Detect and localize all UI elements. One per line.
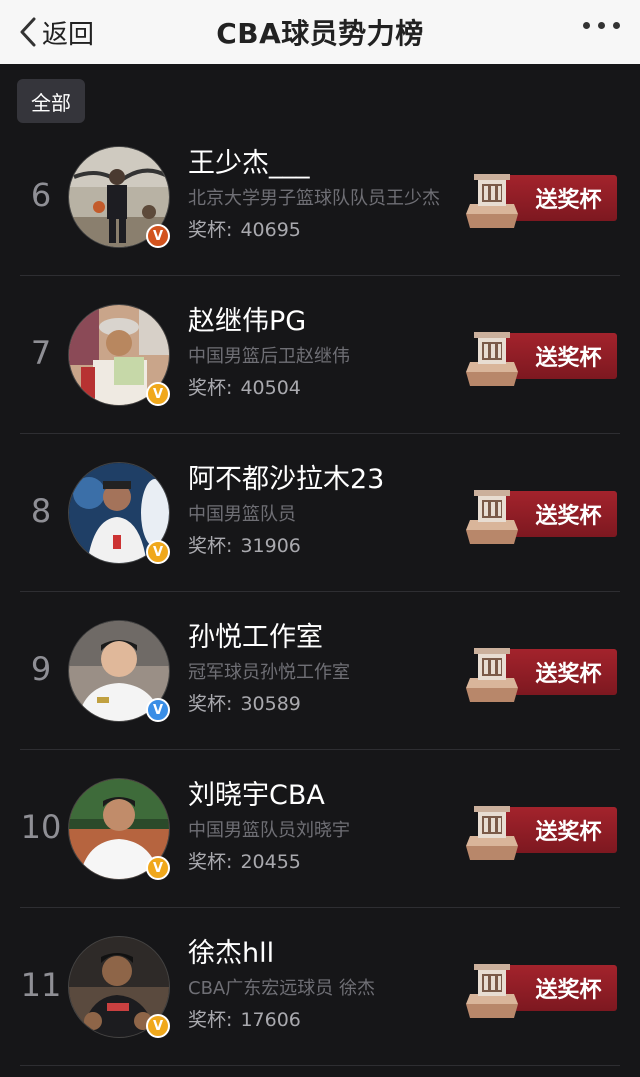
player-name[interactable]: 孙悦工作室 [188, 620, 468, 656]
player-name[interactable]: 阿不都沙拉木23 [188, 462, 468, 498]
filter-tab-all[interactable]: 全部 [17, 79, 85, 123]
list-item[interactable]: 10 V 刘晓宇CBA 中国男篮队员刘晓宇 奖杯: 20455 送奖杯 [0, 750, 640, 908]
send-cup-label: 送奖杯 [504, 175, 617, 221]
cup-count-label: 奖杯: [188, 1009, 233, 1031]
rank-number: 8 [30, 492, 52, 530]
avatar[interactable]: V [68, 304, 172, 408]
player-name[interactable]: 徐杰hll [188, 936, 468, 972]
player-description: 中国男篮后卫赵继伟 [188, 346, 350, 367]
cup-count-label: 奖杯: [188, 377, 233, 399]
send-cup-button[interactable]: 送奖杯 [464, 644, 619, 702]
rank-number: 7 [30, 334, 52, 372]
trophy-icon [466, 174, 518, 228]
send-cup-button[interactable]: 送奖杯 [464, 486, 619, 544]
more-dots-icon[interactable] [583, 22, 620, 29]
cup-count-label: 奖杯: [188, 693, 233, 715]
avatar[interactable]: V [68, 462, 172, 566]
send-cup-button[interactable]: 送奖杯 [464, 170, 619, 228]
verified-badge-icon: V [146, 856, 170, 880]
navigation-bar: 返回 CBA球员势力榜 [0, 0, 640, 64]
send-cup-button[interactable]: 送奖杯 [464, 802, 619, 860]
avatar[interactable]: V [68, 620, 172, 724]
player-description: CBA广东宏远球员 徐杰 [188, 978, 375, 999]
trophy-icon [466, 648, 518, 702]
cup-count-value: 17606 [240, 1009, 301, 1031]
avatar[interactable]: V [68, 936, 172, 1040]
send-cup-button[interactable]: 送奖杯 [464, 960, 619, 1018]
cup-count-label: 奖杯: [188, 851, 233, 873]
rank-number: 9 [30, 650, 52, 688]
verified-badge-icon: V [146, 540, 170, 564]
back-button[interactable]: 返回 [18, 10, 94, 54]
rank-number: 11 [20, 966, 62, 1004]
list-item[interactable]: 6 V 王少杰___ 北京大学男子篮球队队员王少杰 奖杯: 40695 送奖杯 [0, 118, 640, 276]
cup-count: 奖杯: 31906 [188, 532, 468, 560]
list-item[interactable]: 9 V 孙悦工作室 冠军球员孙悦工作室 奖杯: 30589 送奖杯 [0, 592, 640, 750]
cup-count: 奖杯: 20455 [188, 848, 468, 876]
verified-badge-icon: V [146, 1014, 170, 1038]
cup-count-value: 40695 [240, 219, 301, 241]
cup-count: 奖杯: 30589 [188, 690, 468, 718]
cup-count: 奖杯: 40504 [188, 374, 468, 402]
cup-count: 奖杯: 40695 [188, 216, 468, 244]
ranking-list: 6 V 王少杰___ 北京大学男子篮球队队员王少杰 奖杯: 40695 送奖杯 … [0, 118, 640, 1066]
cup-count-label: 奖杯: [188, 219, 233, 241]
list-item[interactable]: 11 V 徐杰hll CBA广东宏远球员 徐杰 奖杯: 17606 送奖杯 [0, 908, 640, 1066]
list-item[interactable]: 8 V 阿不都沙拉木23 中国男篮队员 奖杯: 31906 送奖杯 [0, 434, 640, 592]
cup-count: 奖杯: 17606 [188, 1006, 468, 1034]
avatar[interactable]: V [68, 146, 172, 250]
cup-count-label: 奖杯: [188, 535, 233, 557]
verified-badge-icon: V [146, 698, 170, 722]
player-name[interactable]: 王少杰___ [188, 146, 468, 182]
trophy-icon [466, 332, 518, 386]
player-description: 中国男篮队员刘晓宇 [188, 820, 350, 841]
send-cup-button[interactable]: 送奖杯 [464, 328, 619, 386]
cup-count-value: 30589 [240, 693, 301, 715]
verified-badge-icon: V [146, 224, 170, 248]
player-name[interactable]: 赵继伟PG [188, 304, 468, 340]
chevron-left-icon [20, 17, 36, 47]
page-title: CBA球员势力榜 [216, 17, 424, 50]
row-divider [20, 1065, 620, 1066]
cup-count-value: 40504 [240, 377, 301, 399]
send-cup-label: 送奖杯 [504, 965, 617, 1011]
back-label: 返回 [42, 19, 95, 50]
verified-badge-icon: V [146, 382, 170, 406]
trophy-icon [466, 964, 518, 1018]
list-item[interactable]: 7 V 赵继伟PG 中国男篮后卫赵继伟 奖杯: 40504 送奖杯 [0, 276, 640, 434]
send-cup-label: 送奖杯 [504, 649, 617, 695]
player-description: 中国男篮队员 [188, 504, 296, 525]
send-cup-label: 送奖杯 [504, 333, 617, 379]
player-name[interactable]: 刘晓宇CBA [188, 778, 468, 814]
trophy-icon [466, 806, 518, 860]
player-description: 北京大学男子篮球队队员王少杰 [188, 188, 440, 209]
rank-number: 6 [30, 176, 52, 214]
avatar[interactable]: V [68, 778, 172, 882]
cup-count-value: 20455 [240, 851, 301, 873]
rank-number: 10 [20, 808, 62, 846]
trophy-icon [466, 490, 518, 544]
send-cup-label: 送奖杯 [504, 491, 617, 537]
player-description: 冠军球员孙悦工作室 [188, 662, 350, 683]
cup-count-value: 31906 [240, 535, 301, 557]
send-cup-label: 送奖杯 [504, 807, 617, 853]
